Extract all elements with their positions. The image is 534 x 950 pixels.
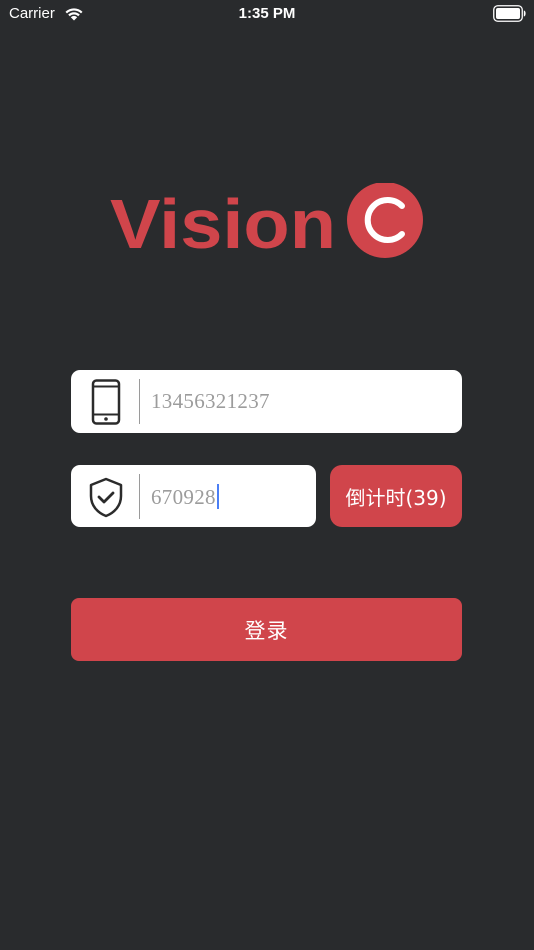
text-caret bbox=[216, 484, 220, 509]
verification-code-field[interactable]: 670928 bbox=[71, 465, 316, 527]
logo-badge: C bbox=[347, 183, 423, 258]
logo-wordmark: Vision bbox=[110, 185, 336, 263]
status-time: 1:35 PM bbox=[238, 5, 296, 22]
resend-countdown-button[interactable]: 倒计时(39) bbox=[330, 465, 462, 527]
phone-field[interactable]: 13456321237 bbox=[71, 370, 462, 433]
shield-check-icon bbox=[89, 477, 123, 518]
login-button[interactable]: 登录 bbox=[71, 598, 462, 661]
field-divider bbox=[139, 379, 140, 424]
code-input-text: 670928 bbox=[151, 485, 216, 509]
field-divider bbox=[139, 474, 140, 519]
smartphone-icon bbox=[91, 379, 121, 425]
status-bar: Carrier 1:35 PM bbox=[0, 0, 534, 30]
code-input[interactable]: 670928 bbox=[151, 484, 220, 510]
vision-c-logo: Vision C bbox=[110, 183, 423, 263]
phone-input[interactable]: 13456321237 bbox=[151, 389, 270, 414]
battery-full-icon bbox=[493, 5, 526, 22]
